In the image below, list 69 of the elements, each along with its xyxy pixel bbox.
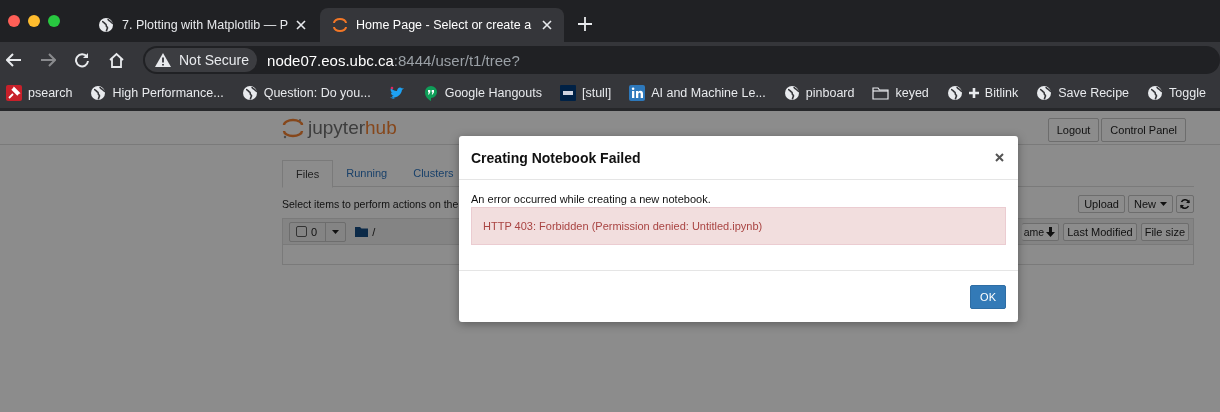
bookmark[interactable]: Bitlink bbox=[946, 85, 1019, 101]
bookmark[interactable]: pinboard bbox=[783, 85, 855, 101]
shield-icon bbox=[559, 85, 576, 101]
pushpin-icon bbox=[6, 85, 22, 101]
home-icon[interactable] bbox=[108, 52, 125, 68]
bookmark[interactable] bbox=[388, 86, 405, 100]
bird-icon bbox=[388, 86, 405, 100]
tab-title: Home Page - Select or create a bbox=[356, 18, 533, 32]
bookmark[interactable]: Question: Do you... bbox=[241, 85, 371, 101]
ok-button[interactable]: OK bbox=[970, 284, 1006, 309]
bookmark[interactable]: High Performance... bbox=[90, 85, 224, 101]
down-arrow-icon bbox=[1046, 226, 1056, 237]
tab-title: 7. Plotting with Matplotlib — P bbox=[122, 18, 289, 32]
close-icon[interactable] bbox=[995, 153, 1004, 162]
security-chip[interactable]: Not Secure bbox=[145, 48, 258, 72]
security-label: Not Secure bbox=[179, 52, 250, 68]
browser-tab[interactable]: 7. Plotting with Matplotlib — P bbox=[86, 8, 319, 42]
globe-icon bbox=[241, 85, 258, 101]
sort-button[interactable]: Last Modified bbox=[1063, 222, 1137, 241]
bookmark[interactable]: psearch bbox=[6, 85, 73, 101]
jupyter-logo-icon bbox=[282, 116, 304, 139]
maximize-window-icon[interactable] bbox=[48, 15, 60, 27]
plus-icon[interactable] bbox=[578, 17, 593, 31]
sort-button[interactable]: ame bbox=[1021, 222, 1060, 241]
minimize-window-icon[interactable] bbox=[28, 15, 40, 27]
caret-icon bbox=[332, 229, 340, 234]
linkedin-icon bbox=[629, 85, 646, 101]
jupyter-logo-icon bbox=[332, 17, 349, 33]
dialog-title: Creating Notebook Failed bbox=[471, 149, 641, 166]
header-button[interactable]: Logout bbox=[1047, 118, 1100, 142]
reload-icon[interactable] bbox=[74, 52, 90, 68]
header-button[interactable]: Control Panel bbox=[1101, 118, 1186, 142]
globe-icon bbox=[90, 85, 107, 101]
browser-tab[interactable]: Home Page - Select or create a bbox=[320, 8, 565, 42]
refresh-icon bbox=[1180, 199, 1190, 209]
bookmark[interactable]: Save Recipe bbox=[1036, 85, 1130, 101]
bookmark[interactable]: Google Hangouts bbox=[422, 85, 542, 101]
globe-icon bbox=[946, 85, 963, 101]
globe-icon bbox=[1147, 85, 1164, 101]
folder-icon bbox=[355, 226, 369, 237]
breadcrumb-link[interactable]: / bbox=[372, 225, 376, 238]
back-arrow-icon[interactable] bbox=[6, 53, 22, 67]
select-dropdown[interactable]: 0 bbox=[289, 221, 347, 242]
globe-icon bbox=[783, 85, 800, 101]
bookmark[interactable]: keyed bbox=[872, 86, 929, 100]
bookmark[interactable]: [stull] bbox=[559, 85, 612, 101]
plus-icon bbox=[968, 88, 979, 98]
upload-button[interactable]: Upload bbox=[1078, 195, 1125, 213]
warning-icon bbox=[155, 53, 171, 67]
bookmark[interactable]: Toggle bbox=[1147, 85, 1206, 101]
bookmark[interactable]: AI and Machine Le... bbox=[629, 85, 766, 101]
globe-icon bbox=[98, 17, 114, 33]
refresh-button[interactable] bbox=[1176, 195, 1194, 213]
address-bar[interactable]: Not Secure node07.eos.ubc.ca:8444/user/t1/tree? bbox=[143, 46, 1220, 74]
checkbox[interactable] bbox=[296, 226, 307, 237]
error-alert: HTTP 403: Forbidden (Permission denied: Untitled.ipynb) bbox=[471, 207, 1006, 245]
chat-bubble-icon bbox=[422, 85, 439, 101]
url-text: node07.eos.ubc.ca:8444/user/t1/tree? bbox=[267, 51, 520, 69]
folder-icon bbox=[872, 86, 890, 100]
sort-button[interactable]: File size bbox=[1140, 222, 1189, 241]
new-dropdown[interactable]: New bbox=[1128, 195, 1173, 213]
caret-icon bbox=[1160, 202, 1167, 206]
forward-arrow-icon[interactable] bbox=[40, 53, 56, 67]
message-text: An error occurred while creating a new notebook. bbox=[471, 193, 712, 205]
globe-icon bbox=[1036, 85, 1053, 101]
selected-count: 0 bbox=[311, 225, 318, 238]
close-window-icon[interactable] bbox=[8, 15, 20, 27]
instruction-text: Select items to perform actions on the bbox=[282, 198, 459, 210]
page-tab[interactable]: Files bbox=[282, 160, 334, 188]
